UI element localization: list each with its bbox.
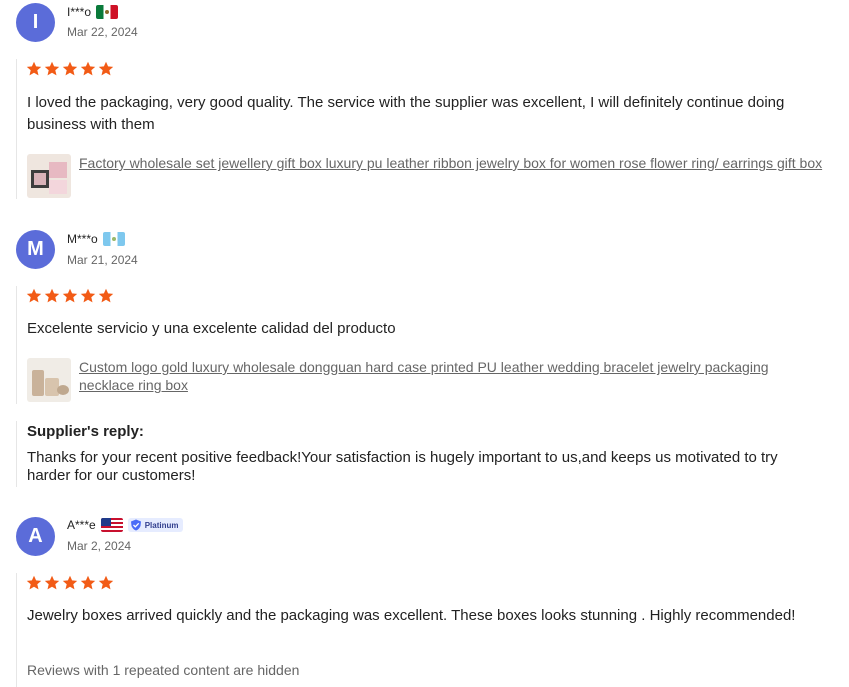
review-body-border bbox=[16, 573, 17, 687]
review-text: Jewelry boxes arrived quickly and the pa… bbox=[27, 607, 796, 624]
review-date: Mar 2, 2024 bbox=[67, 539, 132, 553]
star-icon bbox=[98, 575, 114, 590]
badge-label: Platinum bbox=[144, 520, 179, 530]
platinum-badge: Platinum bbox=[127, 518, 184, 532]
star-icon bbox=[44, 575, 60, 590]
avatar: A bbox=[16, 517, 55, 556]
usa-flag-icon bbox=[100, 518, 123, 532]
verified-shield-icon bbox=[130, 519, 141, 531]
hidden-reviews-note: Reviews with 1 repeated content are hidd… bbox=[27, 662, 300, 678]
star-icon bbox=[26, 575, 42, 590]
review-item: A A***e Platinum Mar 2, 2024 Jewelry box… bbox=[0, 0, 849, 687]
reviewer-name: A***e bbox=[67, 518, 96, 532]
star-rating bbox=[26, 575, 114, 591]
star-icon bbox=[80, 575, 96, 590]
reviewer-row: A***e Platinum bbox=[67, 518, 184, 532]
star-icon bbox=[62, 575, 78, 590]
